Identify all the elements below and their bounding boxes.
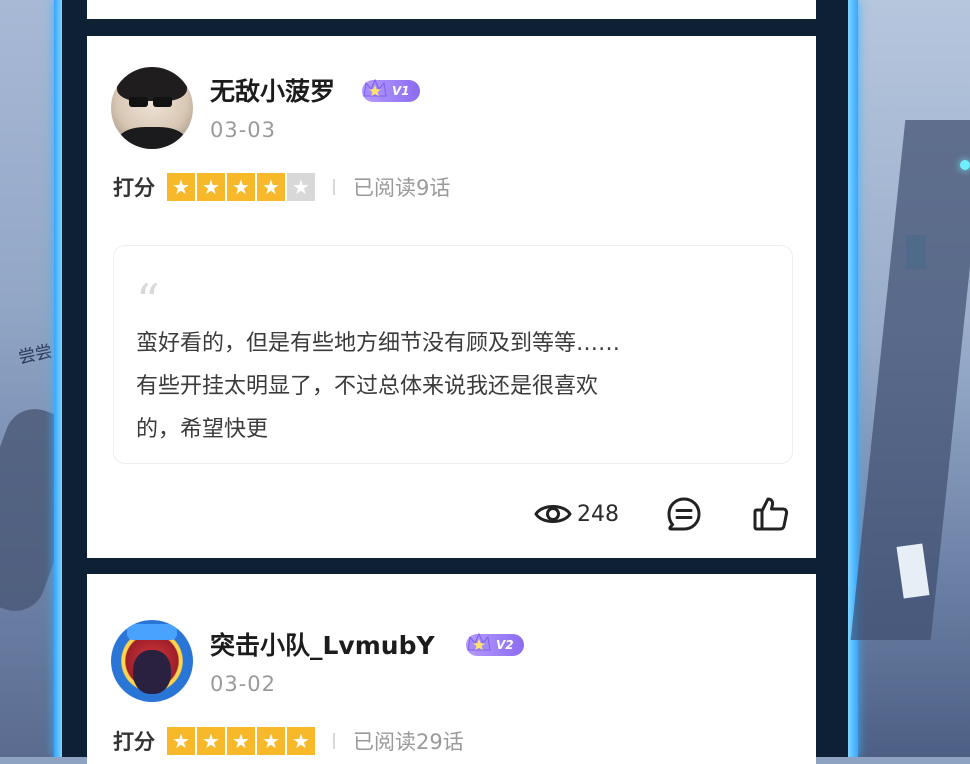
artwork-block	[906, 235, 926, 269]
vip-badge: V1	[362, 78, 420, 102]
left-artwork-panel: 尝尝	[0, 0, 62, 757]
vip-level: V2	[496, 638, 514, 652]
comment-text: 蛮好看的，但是有些地方细节没有顾及到等等…… 有些开挂太明显了，不过总体来说我还…	[136, 331, 621, 442]
eye-icon	[534, 505, 572, 523]
avatar[interactable]	[111, 620, 193, 702]
comment-icon	[667, 497, 701, 531]
star-icon: ★	[197, 727, 225, 755]
vip-badge: V2	[466, 632, 524, 656]
view-count: 248	[533, 494, 619, 534]
vip-level: V1	[392, 84, 410, 98]
thumbs-up-icon	[753, 497, 789, 531]
views-count: 248	[577, 501, 619, 527]
right-glow-border	[848, 0, 858, 757]
like-button[interactable]	[751, 494, 791, 534]
star-icon: ★	[167, 173, 195, 201]
star-icon: ★	[227, 173, 255, 201]
left-glow-border	[54, 0, 62, 757]
comment-feed[interactable]: 无敌小菠罗 V1 03-03 打分 ★ ★ ★ ★ ★ 已阅读9话 “ 蛮好看的…	[62, 0, 848, 764]
star-icon: ★	[257, 727, 285, 755]
quote-mark-icon: “	[136, 274, 160, 328]
star-icon: ★	[167, 727, 195, 755]
comment-body[interactable]: “ 蛮好看的，但是有些地方细节没有顾及到等等…… 有些开挂太明显了，不过总体来说…	[113, 245, 793, 464]
star-rating: ★ ★ ★ ★ ★	[167, 727, 315, 755]
right-artwork-panel	[848, 0, 970, 757]
comment-date: 03-02	[210, 672, 277, 696]
artwork-hair-shape	[0, 400, 62, 620]
rating-label: 打分	[113, 730, 155, 754]
rating-label: 打分	[113, 176, 155, 200]
star-icon: ★	[197, 173, 225, 201]
comment-card: 无敌小菠罗 V1 03-03 打分 ★ ★ ★ ★ ★ 已阅读9话 “ 蛮好看的…	[87, 36, 816, 558]
reply-button[interactable]	[664, 494, 704, 534]
star-empty-icon: ★	[287, 173, 315, 201]
star-icon: ★	[257, 173, 285, 201]
rating-row: 打分 ★ ★ ★ ★ ★ 已阅读9话	[113, 172, 450, 202]
artwork-text: 尝尝	[16, 341, 55, 369]
crown-icon	[467, 632, 491, 651]
star-icon: ★	[287, 727, 315, 755]
read-count: 已阅读9话	[353, 176, 451, 200]
comment-date: 03-03	[210, 118, 277, 142]
read-count: 已阅读29话	[353, 730, 464, 754]
divider	[333, 179, 335, 195]
comment-card: 突击小队_LvmubY V2 03-02 打分 ★ ★ ★ ★ ★ 已阅读29话	[87, 574, 816, 764]
avatar[interactable]	[111, 67, 193, 149]
username[interactable]: 突击小队_LvmubY	[210, 626, 435, 662]
username[interactable]: 无敌小菠罗	[210, 72, 335, 108]
artwork-glow-dot	[960, 160, 970, 170]
divider	[333, 733, 335, 749]
star-icon: ★	[227, 727, 255, 755]
previous-comment-card	[87, 0, 816, 19]
rating-row: 打分 ★ ★ ★ ★ ★ 已阅读29话	[113, 726, 464, 756]
star-rating: ★ ★ ★ ★ ★	[167, 173, 315, 201]
crown-icon	[363, 78, 387, 97]
